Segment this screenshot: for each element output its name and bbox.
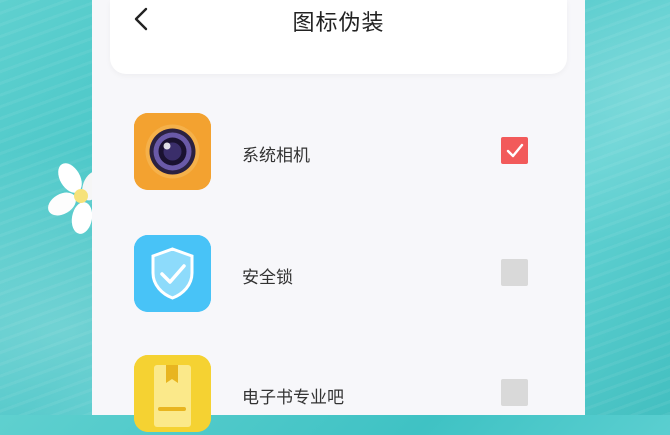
checkbox-shield[interactable] <box>501 259 528 286</box>
shield-check-icon <box>134 235 211 312</box>
checkmark-icon <box>506 143 523 157</box>
list-item[interactable]: 系统相机 <box>92 113 585 193</box>
checkbox-book[interactable] <box>501 379 528 406</box>
camera-icon <box>134 113 211 190</box>
page-title: 图标伪装 <box>292 11 385 36</box>
app-label-shield: 安全锁 <box>242 268 293 288</box>
app-icon-book <box>134 355 211 432</box>
header-card: 图标伪装 <box>110 0 567 74</box>
book-icon <box>134 355 211 432</box>
list-item[interactable]: 安全锁 <box>92 235 585 315</box>
app-label-book: 电子书专业吧 <box>242 388 344 408</box>
list-item[interactable]: 电子书专业吧 <box>92 355 585 435</box>
app-icon-shield <box>134 235 211 312</box>
app-label-camera: 系统相机 <box>242 146 310 166</box>
checkbox-camera[interactable] <box>501 137 528 164</box>
phone-screen: 图标伪装 系统相机 安全锁 电子书专业吧 <box>92 0 585 432</box>
app-icon-camera <box>134 113 211 190</box>
